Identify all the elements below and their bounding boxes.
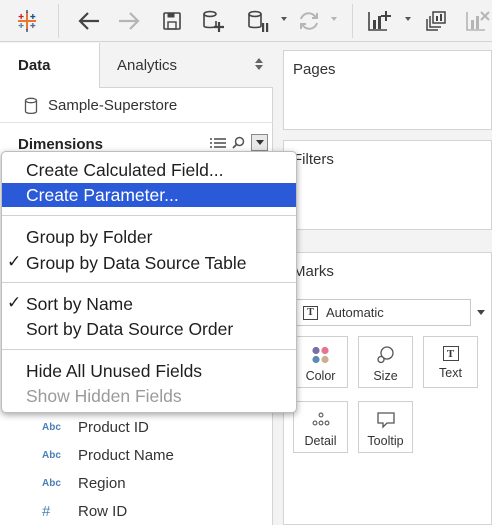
dimensions-title: Dimensions	[18, 135, 104, 153]
back-arrow-icon[interactable]	[74, 6, 104, 36]
menu-item-hide-all-unused-fields[interactable]: Hide All Unused Fields	[2, 359, 296, 383]
menu-item-group-by-data-source-table[interactable]: ✓ Group by Data Source Table	[2, 251, 296, 275]
save-icon[interactable]	[158, 6, 186, 36]
filters-shelf-title: Filters	[293, 151, 334, 168]
size-button[interactable]: Size	[358, 336, 413, 388]
view-as-list-icon[interactable]	[210, 137, 226, 149]
color-label: Color	[305, 369, 336, 383]
tooltip-button[interactable]: Tooltip	[358, 401, 413, 453]
refresh-dropdown-caret[interactable]	[331, 17, 337, 21]
menu-separator	[2, 349, 296, 350]
number-type-icon: #	[42, 502, 51, 520]
detail-icon	[312, 412, 329, 426]
string-type-icon: Abc	[42, 421, 61, 433]
mark-type-select[interactable]: T Automatic	[293, 299, 485, 326]
dimensions-menu-dropdown-button[interactable]	[251, 134, 268, 151]
marks-card-title: Marks	[293, 263, 334, 280]
tab-analytics[interactable]: Analytics	[99, 43, 273, 88]
menu-item-label: Sort by Name	[26, 293, 133, 314]
color-button[interactable]: Color	[293, 336, 348, 388]
text-label: Text	[439, 366, 462, 380]
menu-separator	[2, 215, 296, 216]
marks-card: Marks T Automatic Color Size T Text Deta…	[283, 252, 492, 525]
check-icon: ✓	[7, 293, 22, 312]
up-down-arrows-icon	[255, 57, 263, 71]
field-row[interactable]: Abc Product Name	[0, 441, 273, 469]
field-row[interactable]: Abc Region	[0, 469, 273, 497]
tooltip-label: Tooltip	[367, 434, 404, 448]
search-icon[interactable]	[232, 136, 245, 149]
text-button[interactable]: T Text	[423, 336, 478, 388]
dimensions-context-menu: Create Calculated Field... Create Parame…	[1, 151, 297, 413]
string-type-icon: Abc	[42, 477, 61, 489]
tableau-logo-icon[interactable]	[14, 6, 40, 36]
pause-updates-dropdown-caret[interactable]	[281, 17, 287, 21]
tab-analytics-label: Analytics	[117, 56, 178, 74]
tooltip-icon	[376, 412, 395, 429]
field-name: Product Name	[78, 446, 174, 464]
pause-updates-icon[interactable]	[244, 6, 272, 36]
tab-data[interactable]: Data	[0, 43, 99, 88]
database-icon	[24, 97, 38, 114]
menu-item-create-calculated-field[interactable]: Create Calculated Field...	[2, 158, 296, 182]
detail-button[interactable]: Detail	[293, 401, 348, 453]
menu-item-sort-by-data-source-order[interactable]: Sort by Data Source Order	[2, 317, 296, 341]
toolbar-separator	[352, 4, 353, 38]
color-palette-icon	[311, 346, 329, 364]
field-name: Row ID	[78, 502, 128, 520]
menu-item-show-hidden-fields: Show Hidden Fields	[26, 385, 182, 406]
text-mark-icon: T	[303, 305, 318, 320]
pages-shelf[interactable]: Pages	[283, 50, 492, 130]
field-name: Product ID	[78, 418, 149, 436]
data-source-row[interactable]: Sample-Superstore	[0, 89, 273, 123]
menu-item-group-by-folder[interactable]: Group by Folder	[2, 225, 296, 249]
mark-type-value: Automatic	[326, 305, 384, 320]
pages-shelf-title: Pages	[293, 61, 336, 78]
filters-shelf[interactable]: Filters	[283, 140, 492, 230]
toolbar	[0, 0, 492, 42]
check-icon: ✓	[7, 252, 22, 271]
detail-label: Detail	[304, 434, 337, 448]
menu-item-label: Group by Data Source Table	[26, 252, 247, 273]
refresh-icon[interactable]	[294, 6, 324, 36]
menu-item-create-parameter[interactable]: Create Parameter...	[2, 183, 296, 207]
clear-icon[interactable]	[462, 6, 492, 36]
duplicate-icon[interactable]	[422, 6, 450, 36]
text-icon: T	[442, 346, 459, 361]
toolbar-separator	[58, 4, 59, 38]
size-label: Size	[373, 369, 398, 383]
new-data-source-icon[interactable]	[198, 6, 228, 36]
data-source-name: Sample-Superstore	[48, 97, 178, 114]
field-row[interactable]: Abc Product ID	[0, 413, 273, 441]
chevron-down-icon[interactable]	[470, 300, 492, 325]
menu-separator	[2, 282, 296, 283]
field-row[interactable]: # Row ID	[0, 497, 273, 525]
menu-item-sort-by-name[interactable]: ✓ Sort by Name	[2, 292, 296, 316]
new-worksheet-icon[interactable]	[364, 6, 394, 36]
forward-arrow-icon[interactable]	[114, 6, 144, 36]
string-type-icon: Abc	[42, 449, 61, 461]
field-name: Region	[78, 474, 126, 492]
new-worksheet-dropdown-caret[interactable]	[405, 17, 411, 21]
size-icon	[376, 346, 394, 364]
